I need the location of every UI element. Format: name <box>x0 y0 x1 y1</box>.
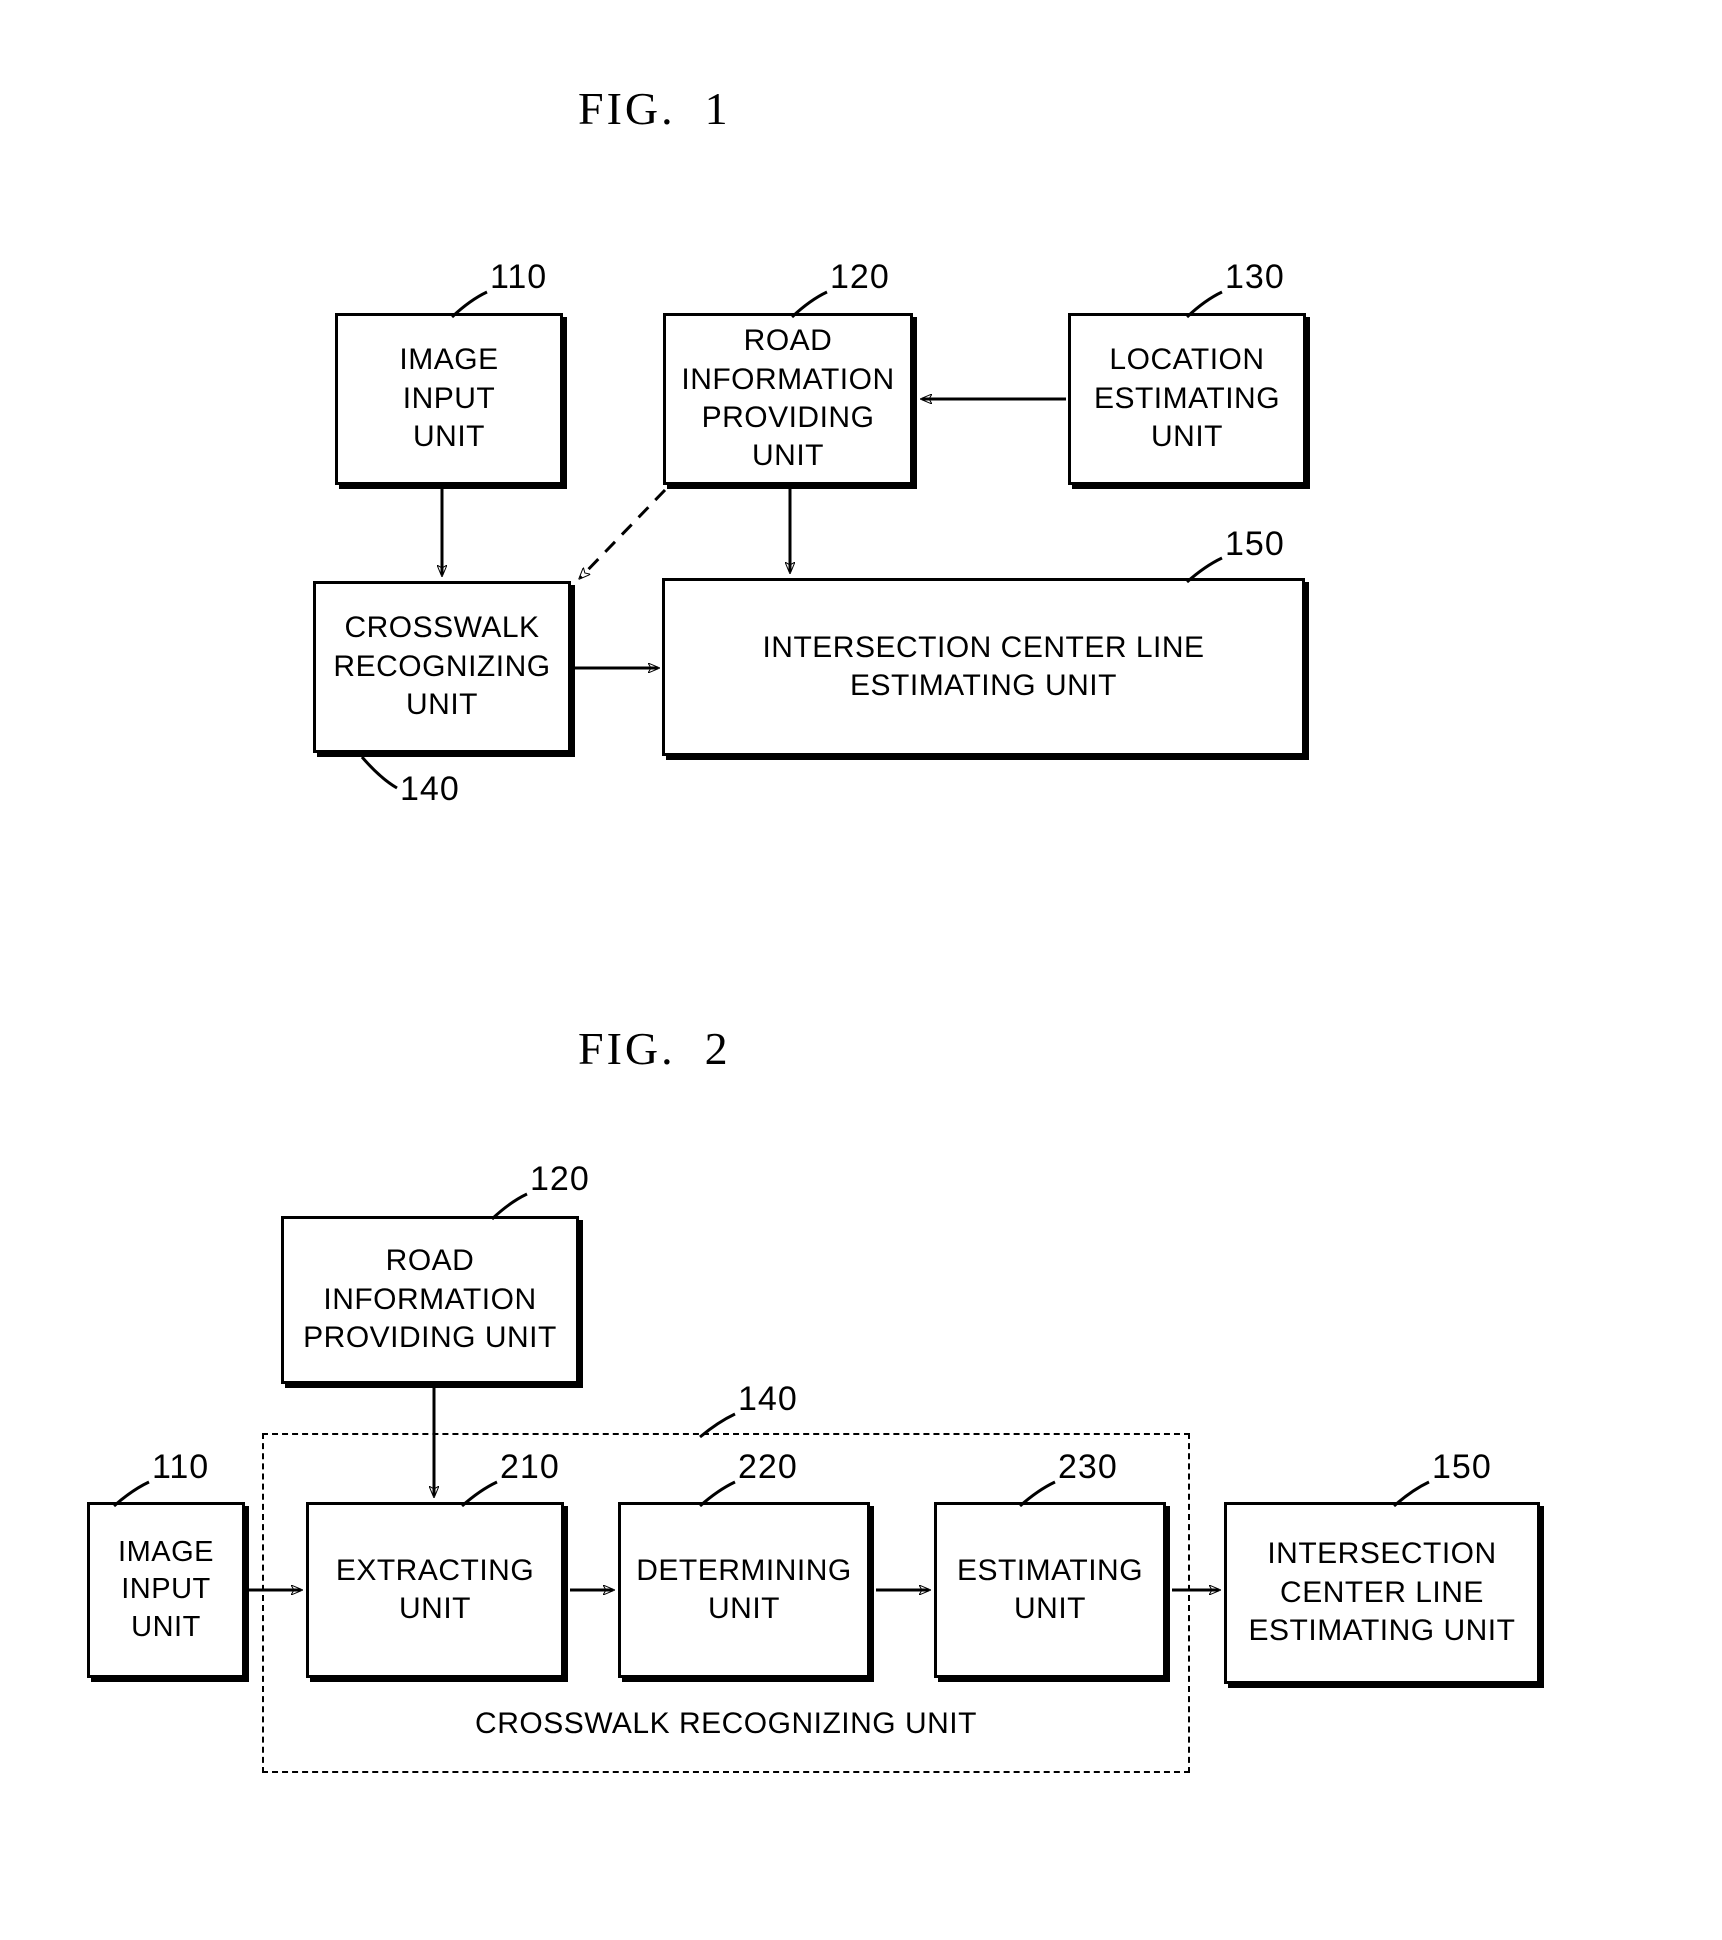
fig2-extracting-unit-box[interactable]: EXTRACTING UNIT <box>306 1502 564 1678</box>
fig1-dashed-arrow-120-to-140 <box>580 488 667 578</box>
fig1-location-estimating-unit-label: LOCATION ESTIMATING UNIT <box>1093 343 1281 454</box>
fig2-road-information-providing-unit-label: ROAD INFORMATION PROVIDING UNIT <box>303 1244 557 1355</box>
fig1-crosswalk-recognizing-unit-label: CROSSWALK RECOGNIZING UNIT <box>333 611 551 722</box>
fig1-image-input-unit-box[interactable]: IMAGE INPUT UNIT <box>335 313 563 485</box>
fig2-ref-140: 140 <box>738 1380 798 1418</box>
fig1-intersection-center-line-estimating-unit-box[interactable]: INTERSECTION CENTER LINE ESTIMATING UNIT <box>662 578 1305 756</box>
patent-drawing-sheet: FIG. 1 IMAGE INPUT UNIT 110 ROAD INFORMA… <box>0 0 1722 1940</box>
fig2-ref-210: 210 <box>500 1448 560 1486</box>
fig1-crosswalk-recognizing-unit-box[interactable]: CROSSWALK RECOGNIZING UNIT <box>313 581 571 753</box>
fig1-ref-120: 120 <box>830 258 890 296</box>
fig2-image-input-unit-label: IMAGE INPUT UNIT <box>118 1536 214 1643</box>
fig1-intersection-center-line-estimating-unit-label: INTERSECTION CENTER LINE ESTIMATING UNIT <box>762 630 1205 702</box>
fig2-ref-220: 220 <box>738 1448 798 1486</box>
figure-2-title: FIG. 2 <box>578 1023 731 1074</box>
fig2-extracting-unit-label: EXTRACTING UNIT <box>335 1553 535 1625</box>
fig2-crosswalk-recognizing-unit-group-caption: CROSSWALK RECOGNIZING UNIT <box>475 1707 977 1740</box>
fig1-road-information-providing-unit-box[interactable]: ROAD INFORMATION PROVIDING UNIT <box>663 313 913 485</box>
fig2-ref-150: 150 <box>1432 1448 1492 1486</box>
fig2-estimating-unit-label: ESTIMATING UNIT <box>956 1553 1144 1625</box>
fig2-estimating-unit-box[interactable]: ESTIMATING UNIT <box>934 1502 1166 1678</box>
fig1-ref-140: 140 <box>400 770 460 808</box>
fig2-ref-110: 110 <box>152 1448 210 1486</box>
fig1-location-estimating-unit-box[interactable]: LOCATION ESTIMATING UNIT <box>1068 313 1306 485</box>
fig2-ref-120: 120 <box>530 1160 590 1198</box>
fig1-road-information-providing-unit-label: ROAD INFORMATION PROVIDING UNIT <box>681 324 895 473</box>
fig2-determining-unit-label: DETERMINING UNIT <box>636 1553 852 1625</box>
fig2-road-information-providing-unit-box[interactable]: ROAD INFORMATION PROVIDING UNIT <box>281 1216 579 1384</box>
fig1-ref-130: 130 <box>1225 258 1285 296</box>
figure-1-title: FIG. 1 <box>578 83 731 134</box>
fig1-image-input-unit-label: IMAGE INPUT UNIT <box>399 343 499 454</box>
fig1-leader-140 <box>360 756 398 790</box>
fig2-ref-230: 230 <box>1058 1448 1118 1486</box>
fig2-intersection-center-line-estimating-unit-box[interactable]: INTERSECTION CENTER LINE ESTIMATING UNIT <box>1224 1502 1540 1684</box>
fig1-ref-150: 150 <box>1225 525 1285 563</box>
fig1-ref-110: 110 <box>490 258 548 296</box>
fig2-intersection-center-line-estimating-unit-label: INTERSECTION CENTER LINE ESTIMATING UNIT <box>1248 1537 1516 1648</box>
fig2-determining-unit-box[interactable]: DETERMINING UNIT <box>618 1502 870 1678</box>
fig2-image-input-unit-box[interactable]: IMAGE INPUT UNIT <box>87 1502 245 1678</box>
